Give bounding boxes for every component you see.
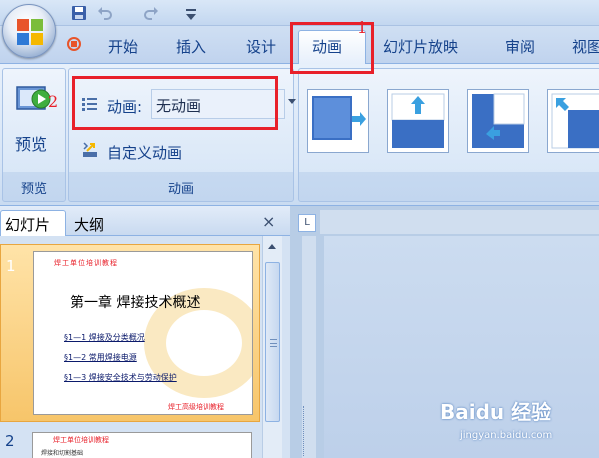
slide-bullet: §1—2 常用焊接电源	[64, 353, 137, 362]
tab-slides[interactable]: 幻灯片	[0, 210, 66, 236]
slide-title: 第一章 焊接技术概述	[70, 295, 201, 311]
grip-icon	[270, 339, 277, 347]
slide-header: 焊工单位培训教程	[54, 259, 118, 267]
customize-qat-icon[interactable]	[182, 6, 200, 24]
tab-slides-label: 幻灯片	[5, 216, 51, 234]
close-icon[interactable]: ×	[262, 212, 275, 231]
slide-number: 1	[6, 257, 16, 275]
app-icon	[67, 37, 81, 51]
slides-pane-header: 幻灯片 大纲 ×	[0, 206, 290, 236]
transition-wipe-corner[interactable]	[467, 89, 529, 153]
horizontal-ruler	[320, 210, 599, 234]
undo-icon[interactable]	[96, 4, 114, 22]
custom-animation-label: 自定义动画	[107, 144, 183, 162]
tab-design[interactable]: 设计	[246, 36, 276, 57]
office-logo-icon	[17, 19, 43, 45]
ruler-ticks	[303, 406, 313, 456]
transition-wipe-up-icon	[391, 93, 445, 148]
watermark-logo: Baidu 经验	[440, 400, 552, 424]
transitions-group	[298, 68, 599, 202]
slides-pane: 1 焊工单位培训教程 第一章 焊接技术概述 §1—1 焊接及分类概况 §1—2 …	[0, 236, 290, 458]
slide-footer: 焊工高级培训教程	[168, 403, 224, 411]
custom-animation-icon	[83, 142, 97, 157]
watermark-url: jingyan.baidu.com	[460, 430, 553, 441]
tab-review[interactable]: 审阅	[505, 36, 535, 57]
watermark: Baidu 经验 jingyan.baidu.com	[440, 396, 590, 452]
tab-insert[interactable]: 插入	[176, 36, 206, 57]
chevron-down-icon[interactable]	[288, 99, 296, 104]
annotation-marker-2: 2	[48, 92, 59, 111]
tab-slideshow[interactable]: 幻灯片放映	[383, 36, 458, 57]
tab-outline[interactable]: 大纲	[74, 214, 104, 235]
transition-wipe-up[interactable]	[387, 89, 449, 153]
preview-group: 预览 预览	[2, 68, 66, 202]
highlight-box-animation-select	[72, 76, 278, 130]
transition-wipe-corner-icon	[472, 93, 525, 148]
slide-thumbnail[interactable]: 焊工单位培训教程 第一章 焊接技术概述 §1—1 焊接及分类概况 §1—2 常用…	[33, 251, 253, 415]
redo-icon[interactable]	[142, 4, 160, 22]
tab-home[interactable]: 开始	[108, 36, 138, 57]
slides-scrollbar[interactable]	[262, 236, 282, 458]
scrollbar-thumb[interactable]	[265, 262, 280, 422]
transition-none[interactable]	[307, 89, 369, 153]
slide-number: 2	[5, 432, 15, 450]
preview-group-label: 预览	[20, 182, 47, 197]
slide-bullet: §1—1 焊接及分类概况	[64, 333, 145, 342]
tab-view[interactable]: 视图	[572, 36, 599, 57]
transition-cover-corner-icon	[551, 93, 599, 149]
transition-none-icon	[312, 96, 366, 140]
slide-thumbnail-row-selected[interactable]: 1 焊工单位培训教程 第一章 焊接技术概述 §1—1 焊接及分类概况 §1—2 …	[0, 244, 260, 422]
animations-group-label: 动画	[167, 182, 194, 197]
annotation-marker-1: 1	[357, 18, 368, 37]
scroll-up-icon[interactable]	[268, 244, 276, 249]
slide-bullet: §1—3 焊接安全技术与劳动保护	[64, 373, 177, 382]
tab-stop-selector[interactable]: L	[298, 214, 316, 232]
office-button[interactable]	[2, 4, 56, 58]
transition-cover-corner[interactable]	[547, 89, 599, 153]
slide-header: 焊工单位培训教程	[53, 436, 109, 444]
slide-thumbnail[interactable]: 焊工单位培训教程 焊接和切割基础	[32, 432, 252, 458]
slide-subtitle: 焊接和切割基础	[41, 450, 84, 457]
preview-label: 预览	[15, 135, 48, 154]
save-icon[interactable]	[70, 4, 88, 22]
